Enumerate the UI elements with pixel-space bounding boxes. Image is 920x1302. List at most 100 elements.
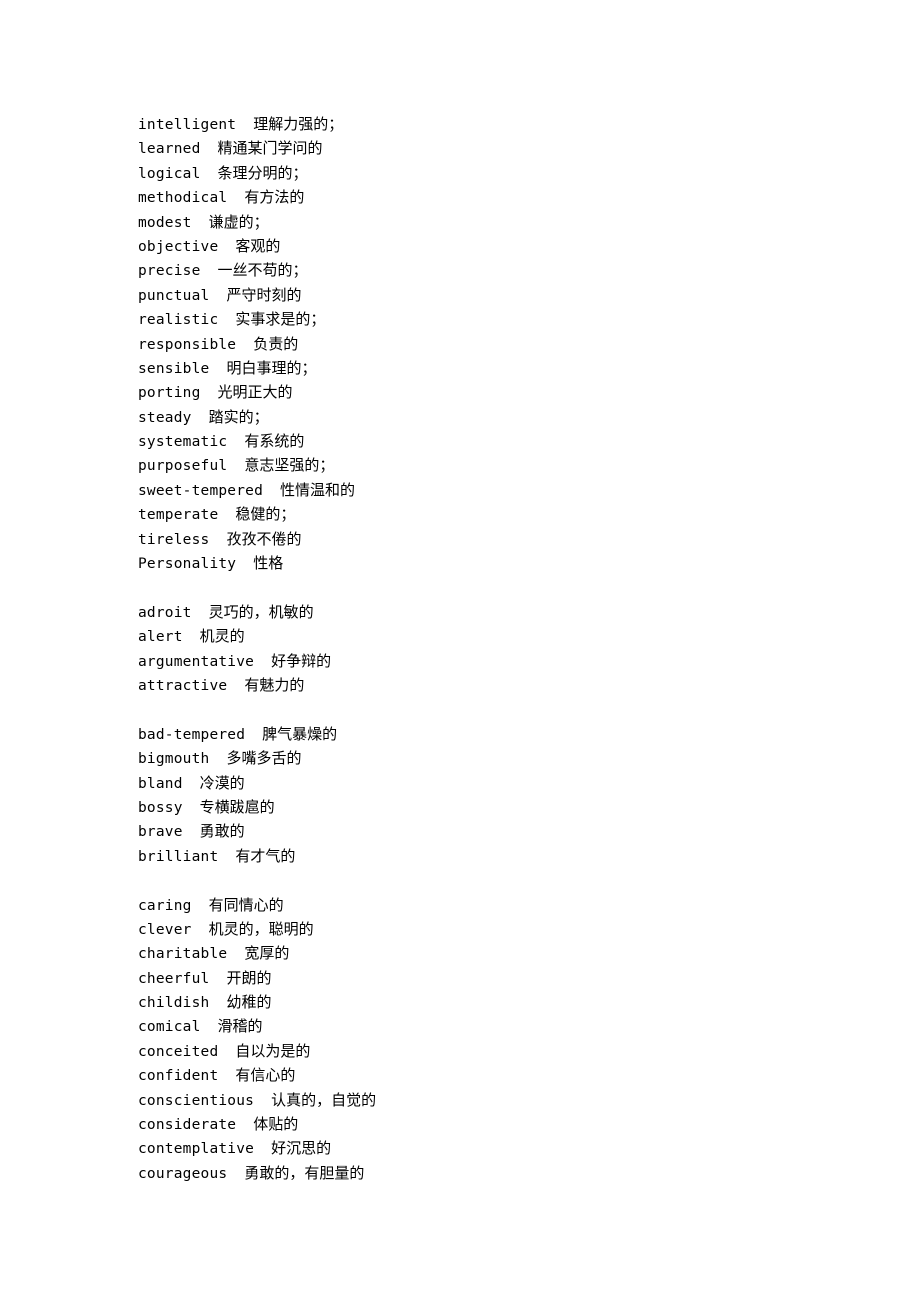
vocabulary-gloss: 有魅力的 [244, 675, 305, 694]
vocabulary-gloss: 有才气的 [235, 846, 296, 865]
vocabulary-term: punctual [138, 287, 210, 304]
vocabulary-entry: conceited 自以为是的 [138, 1039, 920, 1063]
vocabulary-gloss: 好争辩的 [271, 651, 332, 670]
vocabulary-gloss: 冷漠的 [199, 773, 245, 792]
vocabulary-gloss: 勇敢的，有胆量的 [244, 1163, 365, 1182]
vocabulary-entry: methodical 有方法的 [138, 185, 920, 209]
vocabulary-entry: tireless 孜孜不倦的 [138, 527, 920, 551]
vocabulary-term: comical [138, 1019, 201, 1036]
vocabulary-gloss: 一丝不苟的； [217, 261, 308, 280]
vocabulary-entry: temperate 稳健的； [138, 502, 920, 526]
vocabulary-term: systematic [138, 434, 228, 451]
vocabulary-entry: sweet-tempered 性情温和的 [138, 478, 920, 502]
vocabulary-term: conscientious [138, 1092, 255, 1109]
vocabulary-term: argumentative [138, 653, 255, 670]
vocabulary-entry: precise 一丝不苟的； [138, 258, 920, 282]
vocabulary-gloss: 灵巧的，机敏的 [208, 602, 314, 621]
vocabulary-term: responsible [138, 336, 237, 353]
vocabulary-entry: comical 滑稽的 [138, 1014, 920, 1038]
vocabulary-gloss: 有信心的 [235, 1066, 296, 1085]
vocabulary-gloss: 多嘴多舌的 [226, 749, 302, 768]
vocabulary-gloss: 好沉思的 [271, 1139, 332, 1158]
vocabulary-term: alert [138, 629, 183, 646]
vocabulary-term: bland [138, 775, 183, 792]
vocabulary-group: caring 有同情心的 clever 机灵的，聪明的 charitable 宽厚的 che… [138, 893, 920, 1186]
vocabulary-entry: contemplative 好沉思的 [138, 1136, 920, 1160]
vocabulary-term: intelligent [138, 117, 237, 133]
vocabulary-entry: bland 冷漠的 [138, 771, 920, 795]
vocabulary-gloss: 实事求是的； [235, 310, 326, 329]
vocabulary-gloss: 有同情心的 [208, 895, 284, 914]
vocabulary-gloss: 幼稚的 [226, 993, 272, 1012]
vocabulary-gloss: 条理分明的； [217, 163, 308, 182]
vocabulary-entry: bigmouth 多嘴多舌的 [138, 746, 920, 770]
vocabulary-gloss: 认真的，自觉的 [271, 1090, 377, 1109]
vocabulary-entry: steady 踏实的； [138, 405, 920, 429]
vocabulary-group: bad-tempered 脾气暴燥的 bigmouth 多嘴多舌的 bland 冷漠的 bo… [138, 722, 920, 868]
vocabulary-gloss: 有方法的 [244, 188, 305, 207]
vocabulary-term: clever [138, 921, 192, 938]
vocabulary-gloss: 勇敢的 [199, 822, 245, 841]
vocabulary-entry: porting 光明正大的 [138, 380, 920, 404]
vocabulary-term: conceited [138, 1043, 219, 1060]
vocabulary-entry: sensible 明白事理的； [138, 356, 920, 380]
vocabulary-entry: purposeful 意志坚强的； [138, 453, 920, 477]
vocabulary-term: brave [138, 824, 183, 841]
vocabulary-term: sensible [138, 360, 210, 377]
vocabulary-entry: realistic 实事求是的； [138, 307, 920, 331]
document-page: intelligent 理解力强的； learned 精通某门学问的 logical 条理… [0, 0, 920, 1302]
vocabulary-entry: Personality 性格 [138, 551, 920, 575]
vocabulary-term: methodical [138, 190, 228, 207]
vocabulary-term: bigmouth [138, 751, 210, 768]
vocabulary-entry: brilliant 有才气的 [138, 844, 920, 868]
vocabulary-entry: alert 机灵的 [138, 624, 920, 648]
vocabulary-entry: learned 精通某门学问的 [138, 136, 920, 160]
vocabulary-gloss: 踏实的； [208, 407, 269, 426]
vocabulary-entry: clever 机灵的，聪明的 [138, 917, 920, 941]
vocabulary-term: cheerful [138, 970, 210, 987]
vocabulary-entry: objective 客观的 [138, 234, 920, 258]
vocabulary-gloss: 性格 [253, 554, 284, 573]
vocabulary-entry: responsible 负责的 [138, 332, 920, 356]
vocabulary-entry: caring 有同情心的 [138, 893, 920, 917]
vocabulary-gloss: 精通某门学问的 [217, 139, 323, 158]
vocabulary-entry: brave 勇敢的 [138, 819, 920, 843]
vocabulary-gloss: 机灵的 [199, 627, 245, 646]
vocabulary-term: purposeful [138, 458, 228, 475]
vocabulary-gloss: 明白事理的； [226, 358, 317, 377]
vocabulary-term: attractive [138, 677, 228, 694]
vocabulary-entry: confident 有信心的 [138, 1063, 920, 1087]
vocabulary-term: tireless [138, 531, 210, 548]
vocabulary-gloss: 宽厚的 [244, 944, 290, 963]
vocabulary-gloss: 有系统的 [244, 432, 305, 451]
vocabulary-term: steady [138, 409, 192, 426]
vocabulary-term: brilliant [138, 848, 219, 865]
vocabulary-term: bossy [138, 799, 183, 816]
vocabulary-entry: punctual 严守时刻的 [138, 283, 920, 307]
vocabulary-term: porting [138, 385, 201, 402]
vocabulary-term: confident [138, 1068, 219, 1085]
vocabulary-entry: attractive 有魅力的 [138, 673, 920, 697]
vocabulary-gloss: 自以为是的 [235, 1041, 311, 1060]
vocabulary-entry: modest 谦虚的； [138, 210, 920, 234]
vocabulary-gloss: 开朗的 [226, 968, 272, 987]
vocabulary-entry: courageous 勇敢的，有胆量的 [138, 1161, 920, 1185]
vocabulary-entry: argumentative 好争辩的 [138, 649, 920, 673]
vocabulary-entry: adroit 灵巧的，机敏的 [138, 600, 920, 624]
vocabulary-term: modest [138, 214, 192, 231]
vocabulary-entry: considerate 体贴的 [138, 1112, 920, 1136]
vocabulary-entry: conscientious 认真的，自觉的 [138, 1088, 920, 1112]
vocabulary-gloss: 谦虚的； [208, 212, 269, 231]
vocabulary-gloss: 客观的 [235, 236, 281, 255]
vocabulary-term: precise [138, 263, 201, 280]
vocabulary-term: temperate [138, 507, 219, 524]
vocabulary-term: considerate [138, 1117, 237, 1134]
vocabulary-term: childish [138, 995, 210, 1012]
vocabulary-gloss: 意志坚强的； [244, 456, 335, 475]
vocabulary-gloss: 专横跋扈的 [199, 797, 275, 816]
vocabulary-entry: bad-tempered 脾气暴燥的 [138, 722, 920, 746]
vocabulary-term: objective [138, 238, 219, 255]
vocabulary-list: intelligent 理解力强的； learned 精通某门学问的 logical 条理… [138, 112, 920, 1185]
vocabulary-group: intelligent 理解力强的； learned 精通某门学问的 logical 条理… [138, 112, 920, 575]
vocabulary-gloss: 滑稽的 [217, 1017, 263, 1036]
